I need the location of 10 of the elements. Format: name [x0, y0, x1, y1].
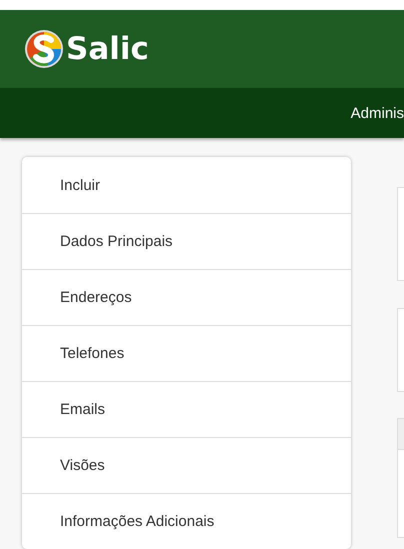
menu-item[interactable]: Emails	[22, 381, 351, 437]
menu-item[interactable]: Incluir	[22, 157, 351, 213]
menu-item[interactable]: Dados Principais	[22, 213, 351, 269]
nav-link[interactable]: Adminis	[350, 104, 404, 122]
menu-item[interactable]: Endereços	[22, 269, 351, 325]
menu-item[interactable]: Telefones	[22, 325, 351, 381]
logo-text: Salic	[66, 34, 149, 64]
logo-icon	[24, 29, 64, 69]
menu-item[interactable]: Informações Adicionais	[22, 493, 351, 549]
menu-item[interactable]: Visões	[22, 437, 351, 493]
